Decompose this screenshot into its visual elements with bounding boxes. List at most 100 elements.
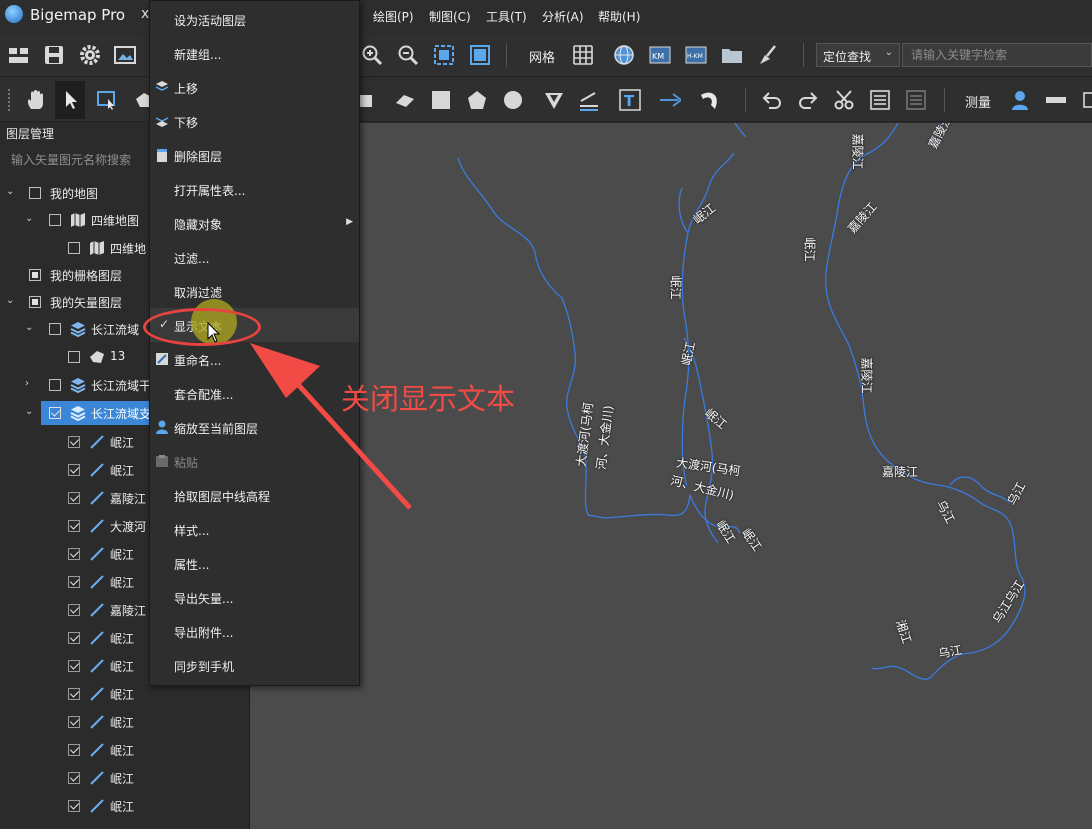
chevron-down-icon[interactable]: ⌄ xyxy=(25,406,33,417)
chevron-down-icon: ⌄ xyxy=(884,47,893,58)
menu-item-new-group[interactable]: 新建组... xyxy=(150,36,359,70)
attribute2-icon[interactable] xyxy=(905,89,927,111)
menu-item-delete-layer[interactable]: 删除图层 xyxy=(150,138,359,172)
menu-item-zoom-to-layer[interactable]: 缩放至当前图层 xyxy=(150,410,359,444)
chevron-right-icon[interactable]: › xyxy=(25,378,29,389)
menu-item-open-attribute-table[interactable]: 打开属性表... xyxy=(150,172,359,206)
curve-icon[interactable] xyxy=(699,89,721,111)
undo-icon[interactable] xyxy=(761,89,783,111)
menu-cartography[interactable]: 制图(C) xyxy=(429,8,471,25)
more-tools-icon[interactable] xyxy=(1079,89,1092,111)
save-icon[interactable] xyxy=(43,44,65,66)
feature-checkbox[interactable] xyxy=(68,464,80,476)
full-extent-icon[interactable] xyxy=(469,44,491,66)
map-icon xyxy=(71,213,85,227)
layer-checkbox[interactable] xyxy=(49,214,61,226)
layer-checkbox[interactable] xyxy=(29,187,41,199)
square-icon[interactable] xyxy=(430,89,452,111)
menu-item-export-attachment[interactable]: 导出附件... xyxy=(150,614,359,648)
feature-checkbox[interactable] xyxy=(68,688,80,700)
location-icon[interactable] xyxy=(1009,89,1031,111)
redo-icon[interactable] xyxy=(797,89,819,111)
lnglat-icon[interactable] xyxy=(613,44,635,66)
menu-item-rename[interactable]: 重命名... xyxy=(150,342,359,376)
pentagon-icon[interactable] xyxy=(466,89,488,111)
menu-draw[interactable]: 绘图(P) xyxy=(373,8,414,25)
menu-item-style[interactable]: 样式... xyxy=(150,512,359,546)
feature-checkbox[interactable] xyxy=(68,520,80,532)
grid-label: 网格 xyxy=(529,51,556,66)
feature-checkbox[interactable] xyxy=(68,660,80,672)
arrow-icon[interactable] xyxy=(659,89,681,111)
menu-item-move-down[interactable]: 下移 xyxy=(150,104,359,138)
zoom-extent-icon[interactable] xyxy=(433,44,455,66)
attribute-icon[interactable] xyxy=(869,89,891,111)
pan-icon[interactable] xyxy=(25,89,47,111)
select-rect-icon[interactable] xyxy=(96,89,118,111)
feature-checkbox[interactable] xyxy=(68,548,80,560)
feature-checkbox[interactable] xyxy=(68,604,80,616)
layer-checkbox[interactable] xyxy=(29,269,41,281)
toolbar-grip[interactable] xyxy=(8,89,11,111)
chevron-down-icon[interactable]: ⌄ xyxy=(25,213,33,224)
km-grid-icon[interactable]: KM xyxy=(649,44,671,66)
chevron-down-icon[interactable]: ⌄ xyxy=(6,295,14,306)
text-icon[interactable]: T xyxy=(619,89,641,111)
menu-item-pick-elevation[interactable]: 拾取图层中线高程 xyxy=(150,478,359,512)
grid-icon[interactable] xyxy=(572,44,594,66)
menu-item-move-up[interactable]: 上移 xyxy=(150,70,359,104)
layer-checkbox[interactable] xyxy=(68,351,80,363)
zoom-out-icon[interactable] xyxy=(397,44,419,66)
circle-icon[interactable] xyxy=(502,89,524,111)
menu-item-export-vector[interactable]: 导出矢量... xyxy=(150,580,359,614)
line-feature-icon xyxy=(90,435,104,449)
cut-icon[interactable] xyxy=(833,89,855,111)
layer-checkbox[interactable] xyxy=(29,296,41,308)
tree-row-feature[interactable]: 岷江 xyxy=(0,793,250,819)
menu-item-set-active-layer[interactable]: 设为活动图层 xyxy=(150,2,359,36)
folder-icon[interactable] xyxy=(721,44,743,66)
chevron-down-icon[interactable]: ⌄ xyxy=(25,322,33,333)
menu-item-georeference[interactable]: 套合配准... xyxy=(150,376,359,410)
tree-row-feature[interactable]: 岷江 xyxy=(0,709,250,735)
feature-checkbox[interactable] xyxy=(68,436,80,448)
menu-analysis[interactable]: 分析(A) xyxy=(542,8,584,25)
menu-tools[interactable]: 工具(T) xyxy=(486,8,527,25)
layer-checkbox[interactable] xyxy=(49,407,61,419)
search-mode-select[interactable]: 定位查找 ⌄ xyxy=(816,43,900,67)
feature-checkbox[interactable] xyxy=(68,492,80,504)
polyline-icon[interactable] xyxy=(394,89,416,111)
line-style-icon[interactable] xyxy=(578,89,600,111)
rectangle-icon[interactable] xyxy=(357,89,379,111)
menu-item-cancel-filter[interactable]: 取消过滤 xyxy=(150,274,359,308)
settings-icon[interactable] xyxy=(79,44,101,66)
feature-checkbox[interactable] xyxy=(68,632,80,644)
feature-checkbox[interactable] xyxy=(68,800,80,812)
menu-item-filter[interactable]: 过滤... xyxy=(150,240,359,274)
tree-row-feature[interactable]: 岷江 xyxy=(0,737,250,763)
clear-icon[interactable] xyxy=(757,44,779,66)
feature-checkbox[interactable] xyxy=(68,744,80,756)
menu-item-hide-objects[interactable]: 隐藏对象 ▶ xyxy=(150,206,359,240)
layer-checkbox[interactable] xyxy=(49,323,61,335)
menu-item-properties[interactable]: 属性... xyxy=(150,546,359,580)
menu-item-sync-phone[interactable]: 同步到手机 xyxy=(150,648,359,682)
image-icon[interactable] xyxy=(114,44,136,66)
hkm-grid-icon[interactable]: H-KM xyxy=(685,44,707,66)
tree-row-feature[interactable]: 岷江 xyxy=(0,765,250,791)
feature-checkbox[interactable] xyxy=(68,576,80,588)
layer-checkbox[interactable] xyxy=(68,242,80,254)
menu-help[interactable]: 帮助(H) xyxy=(598,8,640,25)
submenu-arrow-icon: ▶ xyxy=(346,217,353,227)
map-canvas[interactable]: 岷江 嘉陵江 嘉陵江 岷江 嘉陵江 岷江 嘉陵江 岷江 大渡河(马柯 河、大金川… xyxy=(250,123,1092,829)
select-icon[interactable] xyxy=(60,89,82,111)
feature-checkbox[interactable] xyxy=(68,716,80,728)
marker-icon[interactable] xyxy=(543,89,565,111)
layer-checkbox[interactable] xyxy=(49,379,61,391)
layers-panel-icon[interactable] xyxy=(8,44,30,66)
search-input[interactable] xyxy=(902,43,1092,67)
chevron-down-icon[interactable]: ⌄ xyxy=(6,186,14,197)
ruler-icon[interactable] xyxy=(1045,89,1067,111)
zoom-in-icon[interactable] xyxy=(361,44,383,66)
feature-checkbox[interactable] xyxy=(68,772,80,784)
